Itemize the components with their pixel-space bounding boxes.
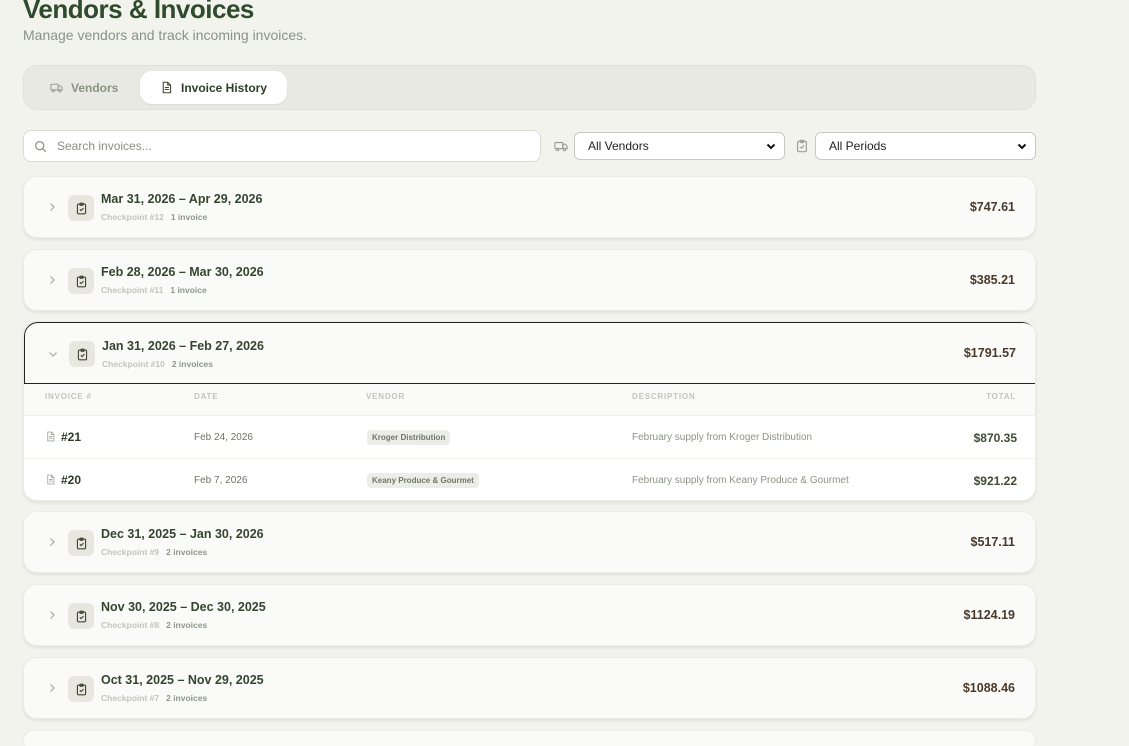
invoice-total: $870.35 <box>973 431 1017 445</box>
invoice-count: 2 invoices <box>166 620 208 630</box>
clipboard-check-icon <box>76 610 86 622</box>
tab-vendors[interactable]: Vendors <box>24 71 138 104</box>
period-card[interactable]: Oct 31, 2025 – Nov 29, 2025 Checkpoint #… <box>23 657 1036 719</box>
document-icon <box>47 474 55 485</box>
period-total: $747.61 <box>969 200 1015 214</box>
document-icon <box>47 431 55 442</box>
column-header-date: DATE <box>194 392 219 401</box>
search-input[interactable] <box>57 139 517 153</box>
period-total: $517.11 <box>970 535 1016 549</box>
period-total: $1088.46 <box>962 681 1015 695</box>
period-range: Nov 30, 2025 – Dec 30, 2025 <box>101 600 266 614</box>
period-meta: Checkpoint #9 2 invoices <box>101 547 207 557</box>
period-range: Dec 31, 2025 – Jan 30, 2026 <box>101 527 264 541</box>
chevron-down-icon <box>766 143 776 150</box>
chevron-right-icon <box>50 203 55 211</box>
period-meta: Checkpoint #7 2 invoices <box>101 693 207 703</box>
search-box <box>23 130 541 162</box>
checkpoint-label: Checkpoint #10 <box>102 359 165 369</box>
period-icon-box <box>68 530 94 556</box>
period-total: $385.21 <box>969 273 1015 287</box>
tab-vendors-label: Vendors <box>71 80 119 95</box>
tab-invoice-history-label: Invoice History <box>181 80 268 95</box>
chevron-right-icon <box>50 276 55 284</box>
vendor-filter-select[interactable]: All Vendors <box>574 132 785 160</box>
tab-invoice-history[interactable]: Invoice History <box>140 71 288 104</box>
period-card[interactable]: Nov 30, 2025 – Dec 30, 2025 Checkpoint #… <box>23 584 1036 646</box>
period-card-expanded: Jan 31, 2026 – Feb 27, 2026 Checkpoint #… <box>23 321 1036 501</box>
vendor-badge: Kroger Distribution <box>367 430 451 445</box>
period-range: Jan 31, 2026 – Feb 27, 2026 <box>102 339 264 353</box>
period-card[interactable]: Dec 31, 2025 – Jan 30, 2026 Checkpoint #… <box>23 511 1036 573</box>
period-range: Mar 31, 2026 – Apr 29, 2026 <box>101 192 263 206</box>
column-header-total: TOTAL <box>986 392 1016 401</box>
period-range: Feb 28, 2026 – Mar 30, 2026 <box>101 265 264 279</box>
period-card[interactable]: Feb 28, 2026 – Mar 30, 2026 Checkpoint #… <box>23 249 1036 311</box>
chevron-down-icon <box>49 352 57 357</box>
clipboard-icon <box>797 139 807 153</box>
clipboard-check-icon <box>76 537 86 549</box>
invoice-count: 1 invoice <box>170 285 207 295</box>
document-icon <box>162 81 172 94</box>
search-icon <box>35 140 47 152</box>
checkpoint-label: Checkpoint #8 <box>101 620 160 630</box>
invoice-count: 2 invoices <box>166 693 208 703</box>
invoice-count: 1 invoice <box>170 212 208 222</box>
clipboard-check-icon <box>76 275 86 287</box>
invoice-description: February supply from Keany Produce & Gou… <box>632 475 849 486</box>
truck-icon <box>554 141 568 152</box>
chevron-down-icon <box>1017 143 1027 150</box>
vendor-filter-value: All Vendors <box>588 139 649 153</box>
period-range: Oct 31, 2025 – Nov 29, 2025 <box>101 673 264 687</box>
period-card[interactable]: Mar 31, 2026 – Apr 29, 2026 Checkpoint #… <box>23 176 1036 238</box>
page-subtitle: Manage vendors and track incoming invoic… <box>23 27 308 43</box>
truck-icon <box>50 83 63 93</box>
period-icon-box <box>68 195 94 221</box>
checkpoint-label: Checkpoint #12 <box>101 212 164 222</box>
invoice-number: #20 <box>61 473 82 487</box>
tab-bar: Vendors Invoice History <box>23 65 1036 110</box>
chevron-right-icon <box>50 538 55 546</box>
invoice-total: $921.22 <box>973 474 1017 488</box>
column-header-vendor: VENDOR <box>366 392 406 401</box>
invoice-table-header: INVOICE # DATE VENDOR DESCRIPTION TOTAL <box>24 392 1035 408</box>
checkpoint-label: Checkpoint #11 <box>101 285 164 295</box>
chevron-right-icon <box>50 611 55 619</box>
period-meta: Checkpoint #8 2 invoices <box>101 620 207 630</box>
invoice-count: 2 invoices <box>171 359 213 369</box>
period-meta: Checkpoint #12 1 invoice <box>101 212 207 222</box>
period-icon-box <box>68 603 94 629</box>
period-icon-box <box>68 268 94 294</box>
invoice-number: #21 <box>61 430 82 444</box>
invoice-description: February supply from Kroger Distribution <box>632 432 813 443</box>
period-card[interactable] <box>23 730 1036 746</box>
period-meta: Checkpoint #11 1 invoice <box>101 285 207 295</box>
invoice-count: 2 invoices <box>166 547 208 557</box>
period-icon-box <box>69 341 95 367</box>
invoice-date: Feb 7, 2026 <box>194 475 248 486</box>
invoice-date: Feb 24, 2026 <box>194 432 253 443</box>
period-header[interactable]: Jan 31, 2026 – Feb 27, 2026 Checkpoint #… <box>24 322 1035 384</box>
table-row[interactable]: #20 Feb 7, 2026 Keany Produce & Gourmet … <box>24 458 1035 500</box>
vendor-badge: Keany Produce & Gourmet <box>367 473 479 488</box>
checkpoint-label: Checkpoint #7 <box>101 693 160 703</box>
period-meta: Checkpoint #10 2 invoices <box>102 359 213 369</box>
clipboard-check-icon <box>77 348 87 360</box>
period-filter-value: All Periods <box>829 139 887 153</box>
period-total: $1124.19 <box>963 608 1015 622</box>
column-header-description: DESCRIPTION <box>632 392 696 401</box>
chevron-right-icon <box>50 684 55 692</box>
page-title: Vendors & Invoices <box>23 0 254 24</box>
period-total: $1791.57 <box>963 346 1016 360</box>
clipboard-check-icon <box>76 202 86 214</box>
checkpoint-label: Checkpoint #9 <box>101 547 160 557</box>
clipboard-check-icon <box>76 683 86 695</box>
table-row[interactable]: #21 Feb 24, 2026 Kroger Distribution Feb… <box>24 415 1035 458</box>
period-icon-box <box>68 676 94 702</box>
period-filter-select[interactable]: All Periods <box>815 132 1036 160</box>
column-header-invoice: INVOICE # <box>45 392 92 401</box>
